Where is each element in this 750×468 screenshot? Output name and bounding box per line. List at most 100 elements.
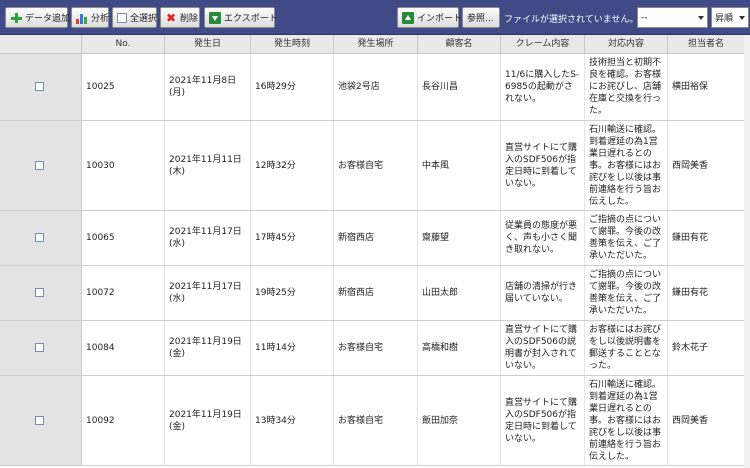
cell-place: お客様自宅	[334, 121, 418, 210]
cell-customer: 齋藤望	[418, 211, 501, 265]
cell-time: 13時34分	[251, 376, 334, 465]
select-all-label: 全選択	[130, 14, 158, 24]
table-row[interactable]: 10072 2021年11月17日 (水) 19時25分 新宿西店 山田太郎 店…	[0, 266, 750, 321]
cell-customer: 山田太郎	[418, 266, 501, 320]
cell-place: 池袋2号店	[334, 54, 418, 120]
cell-place: お客様自宅	[334, 376, 418, 465]
add-data-label: データ追加	[25, 14, 71, 24]
row-checkbox[interactable]	[35, 82, 44, 91]
analysis-label: 分析	[91, 14, 110, 24]
checkbox-icon	[117, 12, 127, 23]
cell-response: ご指摘の点について謝罪。今後の改善策を伝え、ご了承いただいた。	[585, 266, 668, 320]
table-row[interactable]: 10084 2021年11月19日 (金) 11時14分 お客様自宅 高橋和樹 …	[0, 321, 750, 376]
cell-complaint: 直営サイトにて購入のSDF506が指定日時に到着していない。	[501, 376, 585, 465]
cell-complaint: 店舗の清掃が行き届いていない。	[501, 266, 585, 320]
cell-date: 2021年11月8日 (月)	[165, 54, 251, 120]
vertical-scrollbar[interactable]	[744, 35, 750, 468]
header-response[interactable]: 対応内容	[585, 35, 668, 54]
row-select-cell	[0, 376, 82, 465]
delete-icon: ✖	[165, 10, 177, 25]
chevron-down-icon	[698, 16, 704, 20]
bar-chart-icon	[76, 12, 88, 24]
cell-time: 12時32分	[251, 121, 334, 210]
table-row[interactable]: 10025 2021年11月8日 (月) 16時29分 池袋2号店 長谷川昌 1…	[0, 54, 750, 121]
cell-complaint: 従業員の態度が悪く、声も小さく聞き取れない。	[501, 211, 585, 265]
export-button[interactable]: エクスポート	[204, 7, 278, 28]
row-select-cell	[0, 121, 82, 210]
row-select-cell	[0, 321, 82, 375]
header-time[interactable]: 発生時刻	[251, 35, 334, 54]
row-select-cell	[0, 266, 82, 320]
table-header: No. 発生日 発生時刻 発生場所 顧客名 クレーム内容 対応内容 担当者名	[0, 35, 750, 54]
cell-place: 新宿西店	[334, 211, 418, 265]
row-checkbox[interactable]	[35, 233, 44, 242]
filter-select[interactable]: --	[637, 7, 708, 28]
cell-customer: 中本風	[418, 121, 501, 210]
cell-response: お客様にはお詫びをし以後説明書を郵送することとなった。	[585, 321, 668, 375]
cell-place: お客様自宅	[334, 321, 418, 375]
cell-no: 10025	[82, 54, 165, 120]
import-icon	[402, 11, 414, 24]
header-date[interactable]: 発生日	[165, 35, 251, 54]
browse-button[interactable]: 参照...	[462, 7, 500, 28]
table-row[interactable]: 10065 2021年11月17日 (水) 17時45分 新宿西店 齋藤望 従業…	[0, 211, 750, 266]
cell-date: 2021年11月19日 (金)	[165, 321, 251, 375]
export-icon	[209, 11, 221, 24]
cell-time: 11時14分	[251, 321, 334, 375]
import-button[interactable]: インポート	[397, 7, 463, 28]
header-select	[0, 35, 82, 54]
cell-complaint: 直営サイトにて購入のSDF506の説明書が封入されていない。	[501, 321, 585, 375]
table-row[interactable]: 10030 2021年11月11日 (木) 12時32分 お客様自宅 中本風 直…	[0, 121, 750, 211]
export-label: エクスポート	[224, 14, 278, 24]
header-customer[interactable]: 顧客名	[418, 35, 501, 54]
browse-label: 参照...	[467, 14, 494, 24]
cell-no: 10072	[82, 266, 165, 320]
header-no[interactable]: No.	[82, 35, 165, 54]
cell-customer: 高橋和樹	[418, 321, 501, 375]
cell-time: 16時29分	[251, 54, 334, 120]
filter-select-value: --	[641, 12, 648, 23]
row-checkbox[interactable]	[35, 161, 44, 170]
complaint-table: No. 発生日 発生時刻 発生場所 顧客名 クレーム内容 対応内容 担当者名 1…	[0, 35, 750, 468]
plus-icon	[10, 12, 22, 24]
file-status-text: ファイルが選択されていません。	[504, 15, 639, 25]
cell-date: 2021年11月17日 (水)	[165, 211, 251, 265]
table-row[interactable]: 10092 2021年11月19日 (金) 13時34分 お客様自宅 飯田加奈 …	[0, 376, 750, 466]
row-select-cell	[0, 54, 82, 120]
cell-response: 石川輸送に確認。到着遅延の為1営業日遅れるとの事。お客様にはお詫びをし以後は事前…	[585, 376, 668, 465]
add-data-button[interactable]: データ追加	[5, 7, 71, 28]
row-checkbox[interactable]	[35, 288, 44, 297]
cell-person: 鎌田有花	[672, 288, 709, 298]
sort-order-value: 昇順	[715, 14, 734, 24]
cell-response: 技術担当と初期不良を確認。お客様にお詫びし、店舗在庫と交換を行った。	[585, 54, 668, 120]
cell-date: 2021年11月17日 (水)	[165, 266, 251, 320]
cell-response: 石川輸送に確認。到着遅延の為1営業日遅れるとの事。お客様にはお詫びをし以後は事前…	[585, 121, 668, 210]
cell-no: 10030	[82, 121, 165, 210]
cell-complaint: 11/6に購入したS-6985の起動がされない。	[501, 54, 585, 120]
cell-no: 10065	[82, 211, 165, 265]
import-label: インポート	[417, 14, 463, 24]
delete-button[interactable]: ✖ 削除	[160, 7, 200, 28]
delete-label: 削除	[180, 14, 199, 24]
sort-order-select[interactable]: 昇順	[711, 7, 749, 28]
cell-complaint: 直営サイトにて購入のSDF506が指定日時に到着していない。	[501, 121, 585, 210]
chevron-down-icon	[739, 16, 745, 20]
cell-date: 2021年11月19日 (金)	[165, 376, 251, 465]
cell-no: 10092	[82, 376, 165, 465]
header-place[interactable]: 発生場所	[334, 35, 418, 54]
analysis-button[interactable]: 分析	[71, 7, 109, 28]
header-person[interactable]: 担当者名	[668, 35, 744, 54]
select-all-button[interactable]: 全選択	[112, 7, 157, 28]
cell-customer: 飯田加奈	[418, 376, 501, 465]
header-complaint[interactable]: クレーム内容	[501, 35, 585, 54]
cell-customer: 長谷川昌	[418, 54, 501, 120]
cell-date: 2021年11月11日 (木)	[165, 121, 251, 210]
row-checkbox[interactable]	[35, 343, 44, 352]
cell-person: 横田裕保	[672, 82, 709, 92]
row-select-cell	[0, 211, 82, 265]
row-checkbox[interactable]	[35, 416, 44, 425]
toolbar: データ追加 分析 全選択 ✖ 削除 エクスポート インポート 参照... ファイ…	[0, 0, 750, 35]
cell-time: 19時25分	[251, 266, 334, 320]
cell-time: 17時45分	[251, 211, 334, 265]
cell-response: ご指摘の点について謝罪。今後の改善策を伝え、ご了承いただいた。	[585, 211, 668, 265]
